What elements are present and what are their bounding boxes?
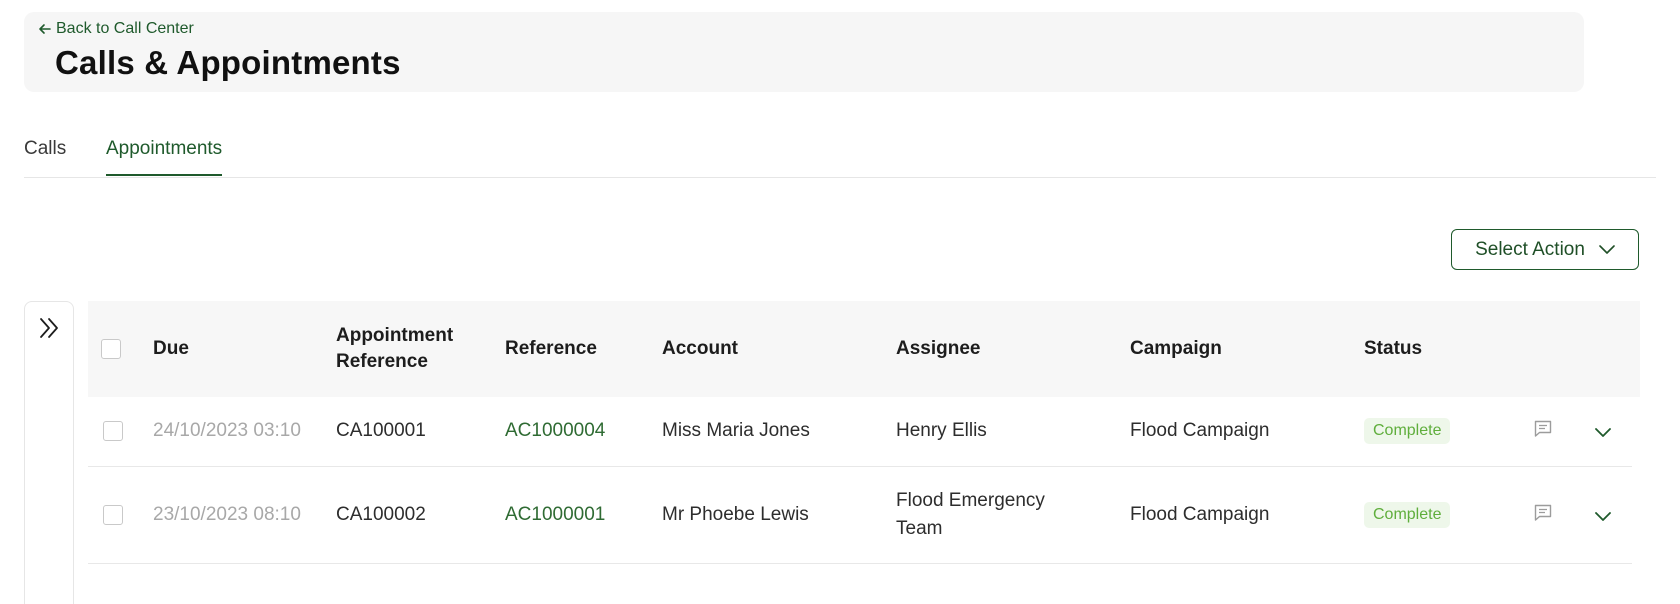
status-badge: Complete: [1364, 502, 1451, 528]
appointments-table: Due Appointment Reference Reference Acco…: [88, 301, 1640, 564]
side-panel: [24, 301, 74, 604]
select-action-label: Select Action: [1475, 238, 1585, 260]
chevron-down-icon[interactable]: [1595, 425, 1611, 443]
back-to-call-center-link[interactable]: Back to Call Center: [38, 20, 194, 38]
column-header-campaign[interactable]: Campaign: [1130, 336, 1222, 362]
comment-icon[interactable]: [1533, 503, 1553, 528]
tab-calls[interactable]: Calls: [24, 138, 66, 174]
table-header: Due Appointment Reference Reference Acco…: [88, 301, 1640, 397]
account-cell: Miss Maria Jones: [662, 420, 810, 441]
appointment-reference-cell: CA100001: [336, 420, 426, 441]
select-action-button[interactable]: Select Action: [1451, 229, 1639, 270]
select-all-checkbox[interactable]: [101, 339, 121, 359]
column-header-status[interactable]: Status: [1364, 336, 1422, 362]
page-header: Back to Call Center Calls & Appointments: [24, 12, 1584, 92]
status-badge: Complete: [1364, 418, 1451, 444]
row-checkbox[interactable]: [103, 421, 123, 441]
back-link-label: Back to Call Center: [56, 20, 194, 37]
tab-bar: Calls Appointments: [24, 128, 1656, 178]
due-cell: 24/10/2023 03:10: [153, 420, 301, 441]
column-header-due[interactable]: Due: [153, 336, 189, 362]
assignee-cell: Flood Emergency Team: [896, 490, 1045, 539]
table-row[interactable]: 24/10/2023 03:10 CA100001 AC1000004 Miss…: [88, 397, 1632, 467]
account-cell: Mr Phoebe Lewis: [662, 504, 809, 525]
campaign-cell: Flood Campaign: [1130, 504, 1270, 525]
column-header-account[interactable]: Account: [662, 336, 738, 362]
reference-link[interactable]: AC1000001: [505, 501, 605, 529]
campaign-cell: Flood Campaign: [1130, 420, 1270, 441]
arrow-left-icon: [38, 22, 52, 36]
row-checkbox[interactable]: [103, 505, 123, 525]
assignee-cell: Henry Ellis: [896, 420, 987, 441]
page-title: Calls & Appointments: [55, 44, 401, 81]
chevron-down-icon: [1599, 239, 1615, 261]
column-header-appointment-reference[interactable]: Appointment Reference: [336, 323, 466, 375]
appointment-reference-cell: CA100002: [336, 504, 426, 525]
comment-icon[interactable]: [1533, 419, 1553, 444]
reference-link[interactable]: AC1000004: [505, 417, 605, 445]
tab-appointments[interactable]: Appointments: [106, 138, 223, 176]
column-header-assignee[interactable]: Assignee: [896, 336, 980, 362]
due-cell: 23/10/2023 08:10: [153, 504, 301, 525]
column-header-reference[interactable]: Reference: [505, 336, 597, 362]
table-row[interactable]: 23/10/2023 08:10 CA100002 AC1000001 Mr P…: [88, 467, 1632, 564]
double-chevron-right-icon[interactable]: [38, 316, 60, 345]
chevron-down-icon[interactable]: [1595, 509, 1611, 527]
